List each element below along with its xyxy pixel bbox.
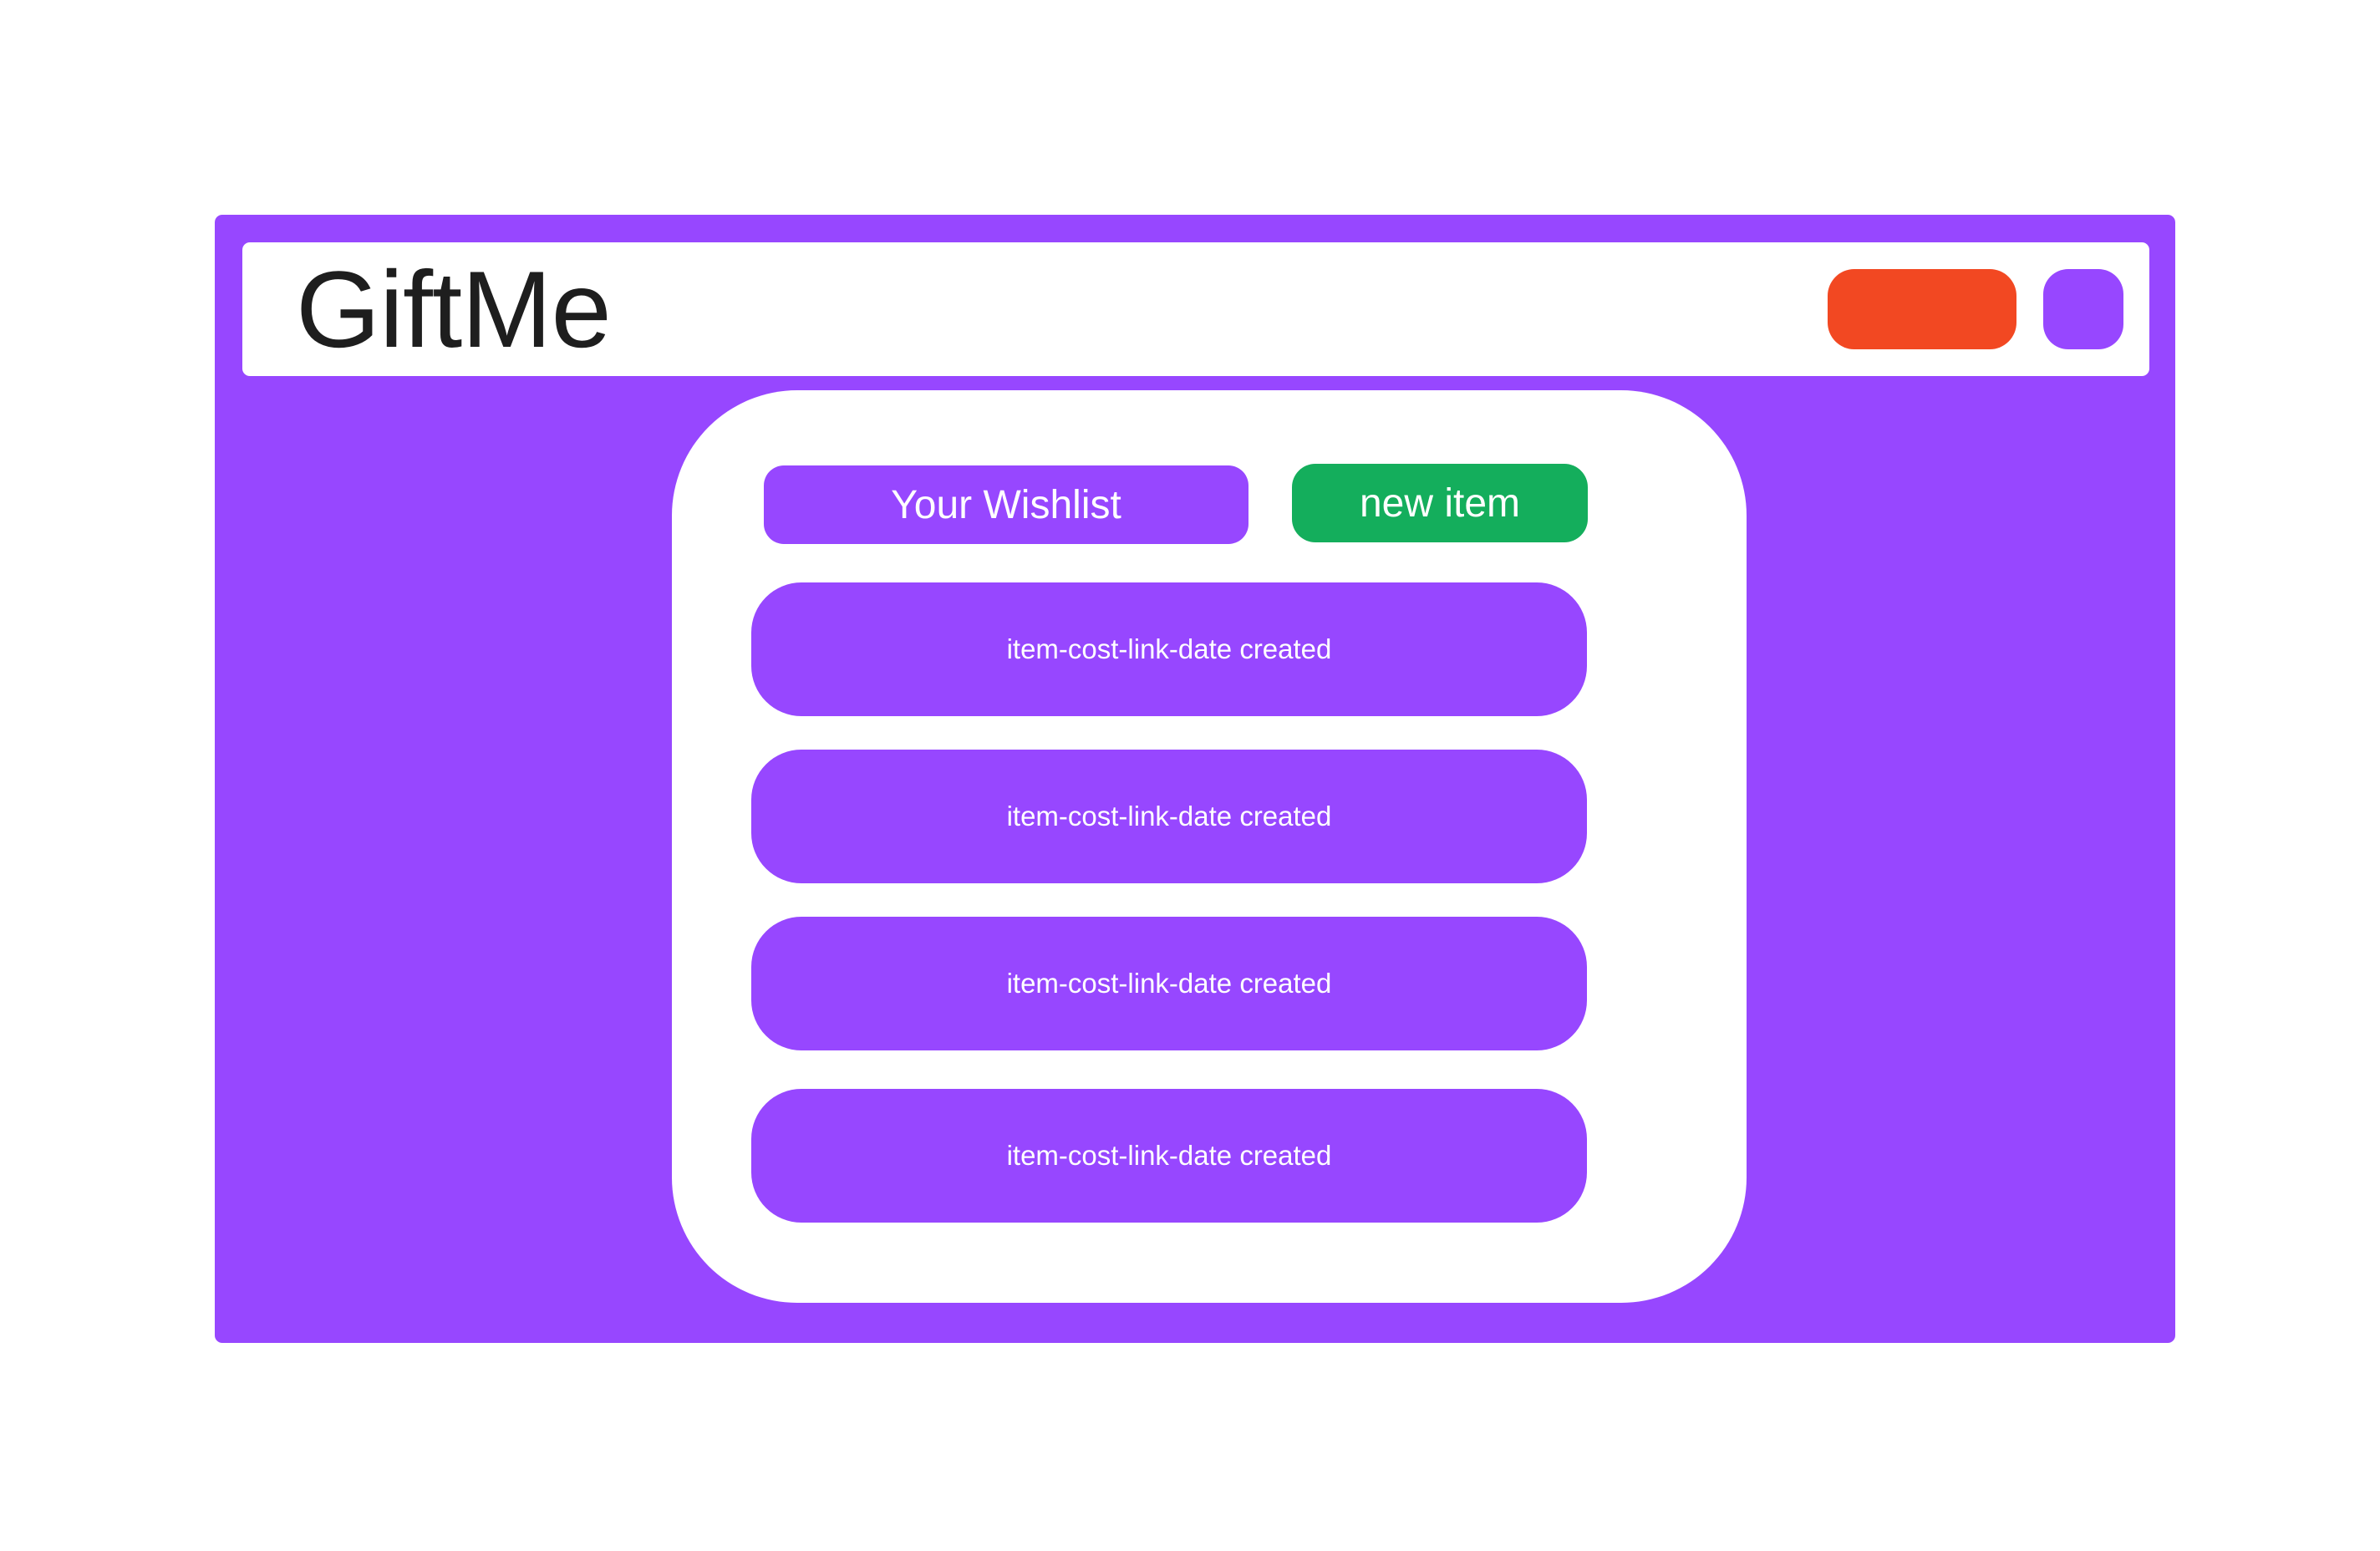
top-bar: GiftMe bbox=[242, 242, 2149, 376]
wishlist-card: Your Wishlist new item item-cost-link-da… bbox=[672, 390, 1747, 1303]
wishlist-title: Your Wishlist bbox=[764, 465, 1248, 544]
app-window: GiftMe Your Wishlist new item item-cost-… bbox=[215, 215, 2175, 1343]
wishlist-item-2[interactable]: item-cost-link-date created bbox=[751, 750, 1587, 883]
header-purple-button[interactable] bbox=[2043, 269, 2123, 349]
new-item-button[interactable]: new item bbox=[1292, 464, 1588, 542]
app-logo: GiftMe bbox=[296, 248, 612, 370]
header-red-button[interactable] bbox=[1828, 269, 2016, 349]
wishlist-item-1[interactable]: item-cost-link-date created bbox=[751, 582, 1587, 716]
wishlist-item-3[interactable]: item-cost-link-date created bbox=[751, 917, 1587, 1050]
wishlist-item-4[interactable]: item-cost-link-date created bbox=[751, 1089, 1587, 1223]
